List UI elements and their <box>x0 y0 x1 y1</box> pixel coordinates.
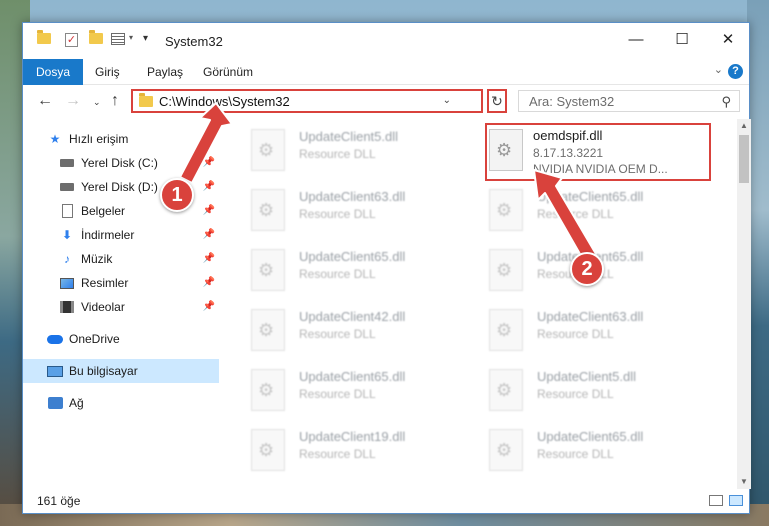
arrow-1 <box>179 102 233 184</box>
arrow-2 <box>533 169 597 262</box>
annotation-badge-2: 2 <box>570 252 604 286</box>
annotation-badge-1: 1 <box>160 178 194 212</box>
annotation-arrows <box>179 102 597 262</box>
